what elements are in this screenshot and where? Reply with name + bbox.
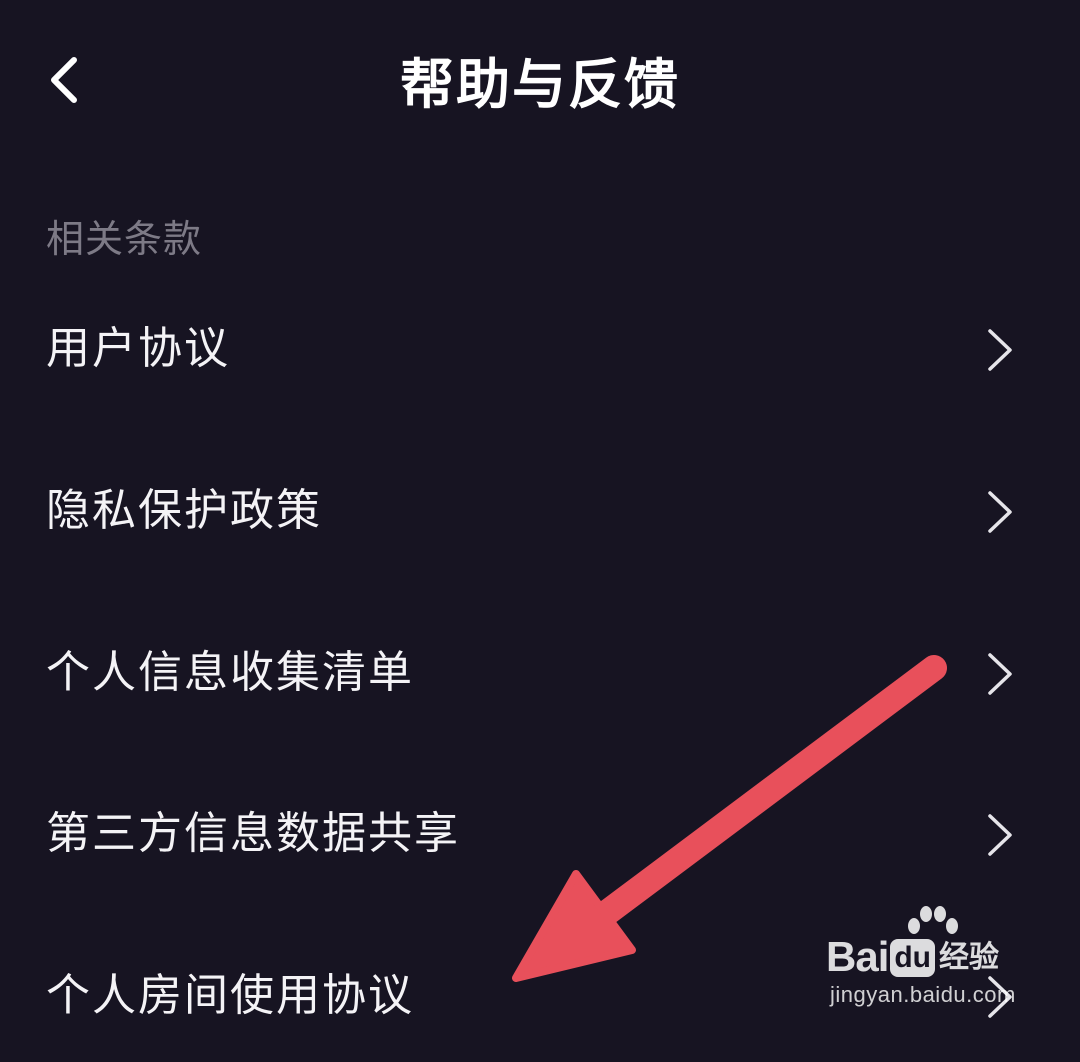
baidu-jingyan-watermark: Bai du 经验 jingyan.baidu.com xyxy=(826,906,1026,1018)
menu-item-user-agreement[interactable]: 用户协议 xyxy=(0,285,1080,415)
chevron-right-icon xyxy=(982,487,1016,537)
menu-item-label: 个人房间使用协议 xyxy=(46,970,414,1021)
watermark-brand: Bai xyxy=(826,933,889,980)
section-header: 相关条款 xyxy=(46,217,203,261)
watermark-url: jingyan.baidu.com xyxy=(830,982,1016,1007)
chevron-right-icon xyxy=(982,810,1016,860)
menu-item-personal-info-list[interactable]: 个人信息收集清单 xyxy=(0,609,1080,739)
watermark-suffix: 经验 xyxy=(939,940,1000,975)
page-title: 帮助与反馈 xyxy=(400,53,680,116)
menu-item-label: 第三方信息数据共享 xyxy=(46,808,460,859)
chevron-right-icon xyxy=(982,325,1016,375)
menu-item-label: 个人信息收集清单 xyxy=(46,647,414,698)
watermark-badge: du xyxy=(890,939,936,977)
top-bar: 帮助与反馈 xyxy=(0,0,1080,170)
chevron-right-icon xyxy=(982,649,1016,699)
menu-item-label: 隐私保护政策 xyxy=(46,485,322,536)
menu-item-label: 用户协议 xyxy=(46,323,230,374)
menu-item-privacy-policy[interactable]: 隐私保护政策 xyxy=(0,447,1080,577)
menu-item-third-party-sharing[interactable]: 第三方信息数据共享 xyxy=(0,770,1080,900)
